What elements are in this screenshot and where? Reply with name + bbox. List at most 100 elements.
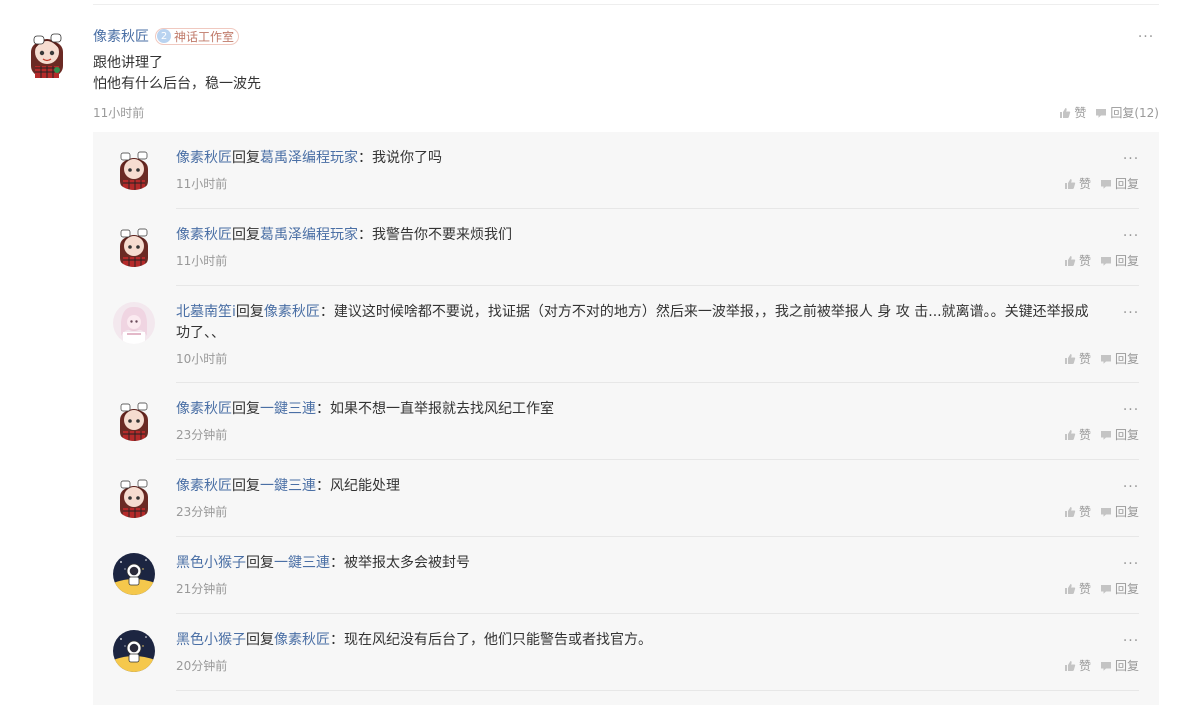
reply-author[interactable]: 黑色小猴子 <box>176 555 246 571</box>
badge-label: 神话工作室 <box>174 29 235 44</box>
like-button[interactable]: 赞 <box>1064 252 1091 269</box>
avatar[interactable] <box>113 553 155 595</box>
reply-content: 像素秋匠回复一鍵三連：如果不想一直举报就去找风纪工作室 <box>176 399 1099 419</box>
reply-separator: ： <box>358 150 372 166</box>
thumb-up-icon <box>1064 178 1076 189</box>
reply-actions: 赞 回复 <box>1064 252 1139 269</box>
thumb-up-icon <box>1064 660 1076 671</box>
author-name[interactable]: 像素秋匠 <box>93 26 149 46</box>
reply-button[interactable]: 回复 <box>1100 426 1139 443</box>
reply-word: 回复 <box>232 401 260 417</box>
reply-word: 回复 <box>246 555 274 571</box>
studio-badge[interactable]: 2 神话工作室 <box>155 27 240 45</box>
like-button[interactable]: 赞 <box>1064 580 1091 597</box>
reply-list: 像素秋匠回复葛禹泽编程玩家：我说你了吗 ··· 11小时前 赞 回复 像素秋匠回… <box>93 132 1159 705</box>
reply-button[interactable]: 回复(12) <box>1095 104 1159 121</box>
reply-content: 黑色小猴子回复一鍵三連：被举报太多会被封号 <box>176 553 1099 573</box>
comment-actions: 赞 回复(12) <box>1059 104 1159 121</box>
more-menu-button[interactable]: ··· <box>1122 403 1140 417</box>
reply-target[interactable]: 葛禹泽编程玩家 <box>260 227 358 243</box>
badge-level-icon: 2 <box>157 29 171 43</box>
thumb-up-icon <box>1064 583 1076 594</box>
reply-word: 回复 <box>232 478 260 494</box>
reply-separator: ： <box>316 478 330 494</box>
reply-separator: ： <box>330 555 344 571</box>
like-button[interactable]: 赞 <box>1064 426 1091 443</box>
reply-author[interactable]: 北墓南笙i <box>176 304 236 320</box>
reply-target[interactable]: 一鍵三連 <box>260 401 316 417</box>
reply-author[interactable]: 黑色小猴子 <box>176 632 246 648</box>
reply-label: 回复(12) <box>1110 106 1159 120</box>
reply-label: 回复 <box>1114 582 1139 596</box>
more-menu-button[interactable]: ··· <box>1122 306 1140 320</box>
avatar[interactable] <box>113 302 155 344</box>
more-menu-button[interactable]: ··· <box>1122 152 1140 166</box>
reply-target[interactable]: 像素秋匠 <box>274 632 330 648</box>
like-label: 赞 <box>1078 352 1091 366</box>
reply-button[interactable]: 回复 <box>1100 350 1139 367</box>
reply-target[interactable]: 一鍵三連 <box>260 478 316 494</box>
thumb-up-icon <box>1064 255 1076 266</box>
reply-divider <box>176 285 1139 286</box>
avatar[interactable] <box>113 630 155 672</box>
reply-divider <box>176 208 1139 209</box>
comment-icon <box>1100 584 1111 594</box>
avatar[interactable] <box>113 148 155 190</box>
reply-author[interactable]: 像素秋匠 <box>176 227 232 243</box>
reply-target[interactable]: 一鍵三連 <box>274 555 330 571</box>
comment-icon <box>1100 430 1111 440</box>
reply-time: 21分钟前 <box>176 582 228 596</box>
like-button[interactable]: 赞 <box>1064 175 1091 192</box>
comment-icon <box>1100 179 1111 189</box>
reply-actions: 赞 回复 <box>1064 426 1139 443</box>
reply-target[interactable]: 葛禹泽编程玩家 <box>260 150 358 166</box>
reply-label: 回复 <box>1114 352 1139 366</box>
like-button[interactable]: 赞 <box>1064 503 1091 520</box>
reply-separator: ： <box>316 401 330 417</box>
reply-content-line-2: 功了、、 <box>176 325 225 341</box>
comment-icon <box>1096 108 1107 118</box>
comment-icon <box>1100 661 1111 671</box>
thumb-up-icon <box>1064 506 1076 517</box>
reply-button[interactable]: 回复 <box>1100 252 1139 269</box>
reply-button[interactable]: 回复 <box>1100 657 1139 674</box>
reply-separator: ： <box>319 304 334 320</box>
avatar[interactable] <box>113 225 155 267</box>
reply-author[interactable]: 像素秋匠 <box>176 478 232 494</box>
top-divider <box>93 4 1159 5</box>
like-button[interactable]: 赞 <box>1059 104 1086 121</box>
reply-target[interactable]: 像素秋匠 <box>264 304 320 320</box>
avatar[interactable] <box>113 399 155 441</box>
more-menu-button[interactable]: ··· <box>1122 480 1140 494</box>
like-button[interactable]: 赞 <box>1064 657 1091 674</box>
avatar[interactable] <box>113 476 155 518</box>
reply-text: 我警告你不要来烦我们 <box>372 227 512 243</box>
more-menu-button[interactable]: ··· <box>1122 557 1140 571</box>
reply-author[interactable]: 像素秋匠 <box>176 150 232 166</box>
author-row: 像素秋匠 2 神话工作室 <box>93 26 240 46</box>
reply-button[interactable]: 回复 <box>1100 580 1139 597</box>
reply-button[interactable]: 回复 <box>1100 503 1139 520</box>
more-menu-button[interactable]: ··· <box>1137 30 1155 44</box>
reply-word: 回复 <box>246 632 274 648</box>
more-menu-button[interactable]: ··· <box>1122 229 1140 243</box>
reply-text: 被举报太多会被封号 <box>344 555 470 571</box>
reply-actions: 赞 回复 <box>1064 175 1139 192</box>
reply-author[interactable]: 像素秋匠 <box>176 401 232 417</box>
reply-time: 10小时前 <box>176 352 228 366</box>
reply-button[interactable]: 回复 <box>1100 175 1139 192</box>
reply-content: 像素秋匠回复一鍵三連：风纪能处理 <box>176 476 1099 496</box>
comment-icon <box>1100 256 1111 266</box>
like-button[interactable]: 赞 <box>1064 350 1091 367</box>
like-label: 赞 <box>1078 177 1091 191</box>
like-label: 赞 <box>1078 659 1091 673</box>
like-label: 赞 <box>1078 428 1091 442</box>
reply-content: 像素秋匠回复葛禹泽编程玩家：我警告你不要来烦我们 <box>176 225 1099 245</box>
reply-text: 建议这时候啥都不要说，找证据（对方不对的地方）然后来一波举报，，我之前被举报人 … <box>333 304 1089 320</box>
reply-time: 23分钟前 <box>176 505 228 519</box>
reply-divider <box>176 690 1139 691</box>
more-menu-button[interactable]: ··· <box>1122 634 1140 648</box>
reply-word: 回复 <box>232 227 260 243</box>
avatar[interactable] <box>25 28 69 80</box>
reply-divider <box>176 536 1139 537</box>
